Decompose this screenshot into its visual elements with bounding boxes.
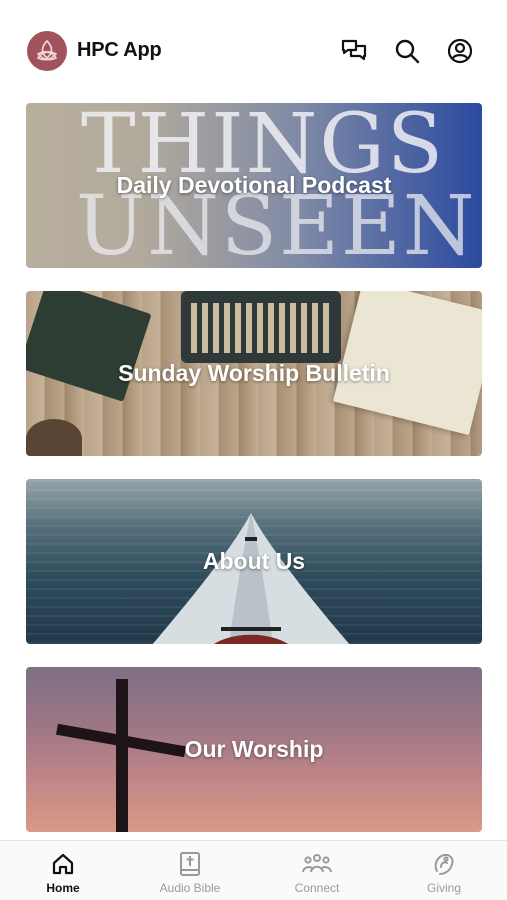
tab-connect[interactable]: Connect — [254, 841, 380, 900]
card-label: Sunday Worship Bulletin — [118, 360, 390, 386]
tab-giving[interactable]: Giving — [381, 841, 507, 900]
tab-label: Home — [46, 881, 80, 895]
tab-label: Audio Bible — [159, 881, 221, 895]
tab-label: Connect — [294, 881, 340, 895]
people-icon — [301, 850, 333, 878]
card-label: About Us — [202, 548, 306, 574]
search-icon[interactable] — [392, 36, 422, 66]
app-title: HPC App — [77, 39, 162, 61]
home-icon — [51, 850, 75, 878]
tab-label: Giving — [426, 881, 461, 895]
bottom-tab-bar: Home Audio Bible Connect Giving — [0, 840, 507, 900]
app-header: HPC App — [0, 0, 507, 96]
chat-icon[interactable] — [339, 36, 369, 66]
trinity-knot-icon — [36, 39, 58, 61]
account-icon[interactable] — [445, 36, 475, 66]
tab-home[interactable]: Home — [0, 841, 126, 900]
tab-audio-bible[interactable]: Audio Bible — [127, 841, 253, 900]
app-logo[interactable] — [27, 31, 67, 71]
giving-icon — [431, 850, 457, 878]
card-label: Daily Devotional Podcast — [116, 172, 392, 198]
bible-icon — [179, 850, 201, 878]
card-about-us[interactable]: About Us — [26, 479, 482, 644]
card-label: Our Worship — [184, 736, 324, 762]
card-sunday-worship-bulletin[interactable]: Sunday Worship Bulletin — [26, 291, 482, 456]
card-our-worship[interactable]: Our Worship — [26, 667, 482, 832]
card-daily-devotional-podcast[interactable]: THINGS UNSEEN Daily Devotional Podcast — [26, 103, 482, 268]
